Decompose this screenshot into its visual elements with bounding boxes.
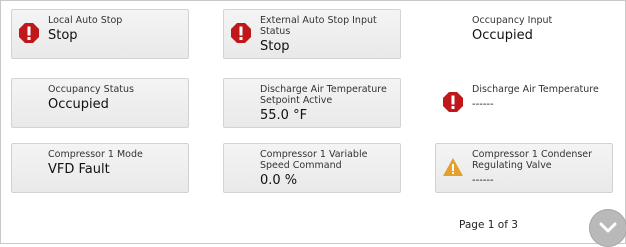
alarm-icon	[443, 92, 463, 112]
tile-value: VFD Fault	[48, 162, 110, 177]
next-page-button[interactable]	[589, 209, 626, 247]
tile-compressor-1-condenser-regulating-valve[interactable]: Compressor 1 Condenser Regulating Valve …	[435, 143, 613, 193]
tile-value: 0.0 %	[260, 173, 298, 188]
tile-value: ------	[472, 99, 494, 110]
tile-label: Occupancy Status	[48, 84, 134, 95]
tile-value: 55.0 °F	[260, 108, 308, 123]
tile-discharge-air-temperature-setpoint-active[interactable]: Discharge Air Temperature Setpoint Activ…	[223, 78, 401, 128]
chevron-down-icon	[599, 222, 617, 233]
page-indicator: Page 1 of 3	[459, 219, 518, 231]
tile-label: External Auto Stop Input Status	[260, 15, 377, 37]
warning-icon	[443, 158, 463, 176]
status-panel: Local Auto Stop Stop External Auto Stop …	[0, 0, 626, 244]
tile-external-auto-stop-input-status[interactable]: External Auto Stop Input Status Stop	[223, 9, 401, 59]
tile-label: Discharge Air Temperature Setpoint Activ…	[260, 84, 387, 106]
alarm-icon	[19, 23, 39, 43]
tile-label: Compressor 1 Condenser Regulating Valve	[472, 149, 593, 171]
tile-label: Compressor 1 Mode	[48, 149, 143, 160]
tile-local-auto-stop[interactable]: Local Auto Stop Stop	[11, 9, 189, 59]
tile-label: Local Auto Stop	[48, 15, 123, 26]
tile-occupancy-status[interactable]: Occupancy Status Occupied	[11, 78, 189, 128]
tile-label: Discharge Air Temperature	[472, 84, 599, 95]
alarm-icon	[231, 23, 251, 43]
tile-value: Occupied	[472, 28, 533, 43]
tile-value: Stop	[260, 39, 290, 54]
tile-value: Occupied	[48, 97, 109, 112]
tile-label: Occupancy Input	[472, 15, 553, 26]
tile-compressor-1-variable-speed-command[interactable]: Compressor 1 Variable Speed Command 0.0 …	[223, 143, 401, 193]
tile-occupancy-input[interactable]: Occupancy Input Occupied	[435, 9, 613, 59]
tile-discharge-air-temperature[interactable]: Discharge Air Temperature ------	[435, 78, 613, 128]
tile-value: Stop	[48, 28, 78, 43]
tile-label: Compressor 1 Variable Speed Command	[260, 149, 368, 171]
tile-compressor-1-mode[interactable]: Compressor 1 Mode VFD Fault	[11, 143, 189, 193]
tile-value: ------	[472, 175, 494, 186]
